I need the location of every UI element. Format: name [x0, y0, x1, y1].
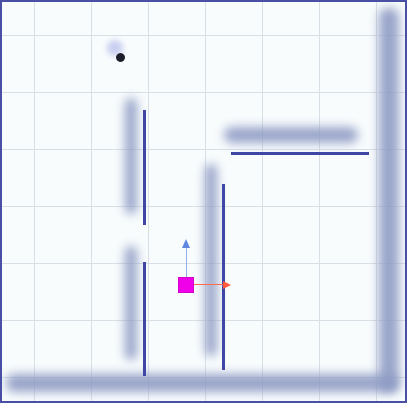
y-axis-arrow-icon[interactable] [182, 239, 190, 248]
wall-lower-left-shadow [125, 246, 137, 360]
wall-upper-left-shadow [125, 98, 137, 214]
wall-middle-shadow [205, 164, 217, 356]
wall-horizontal-shadow [224, 127, 358, 143]
wall-horizontal-top[interactable] [231, 152, 369, 155]
x-axis-arrow-icon[interactable] [223, 281, 231, 289]
scene-viewport[interactable] [0, 0, 407, 403]
wall-middle[interactable] [222, 184, 225, 370]
x-axis-line[interactable] [194, 284, 224, 285]
selected-object-cube-icon[interactable] [178, 277, 194, 293]
wall-upper-left[interactable] [143, 110, 146, 225]
y-axis-line[interactable] [186, 248, 187, 277]
agent-dot[interactable] [116, 53, 125, 62]
boundary-right-shadow [379, 8, 399, 392]
boundary-bottom-shadow [6, 374, 398, 392]
wall-lower-left[interactable] [143, 262, 146, 376]
